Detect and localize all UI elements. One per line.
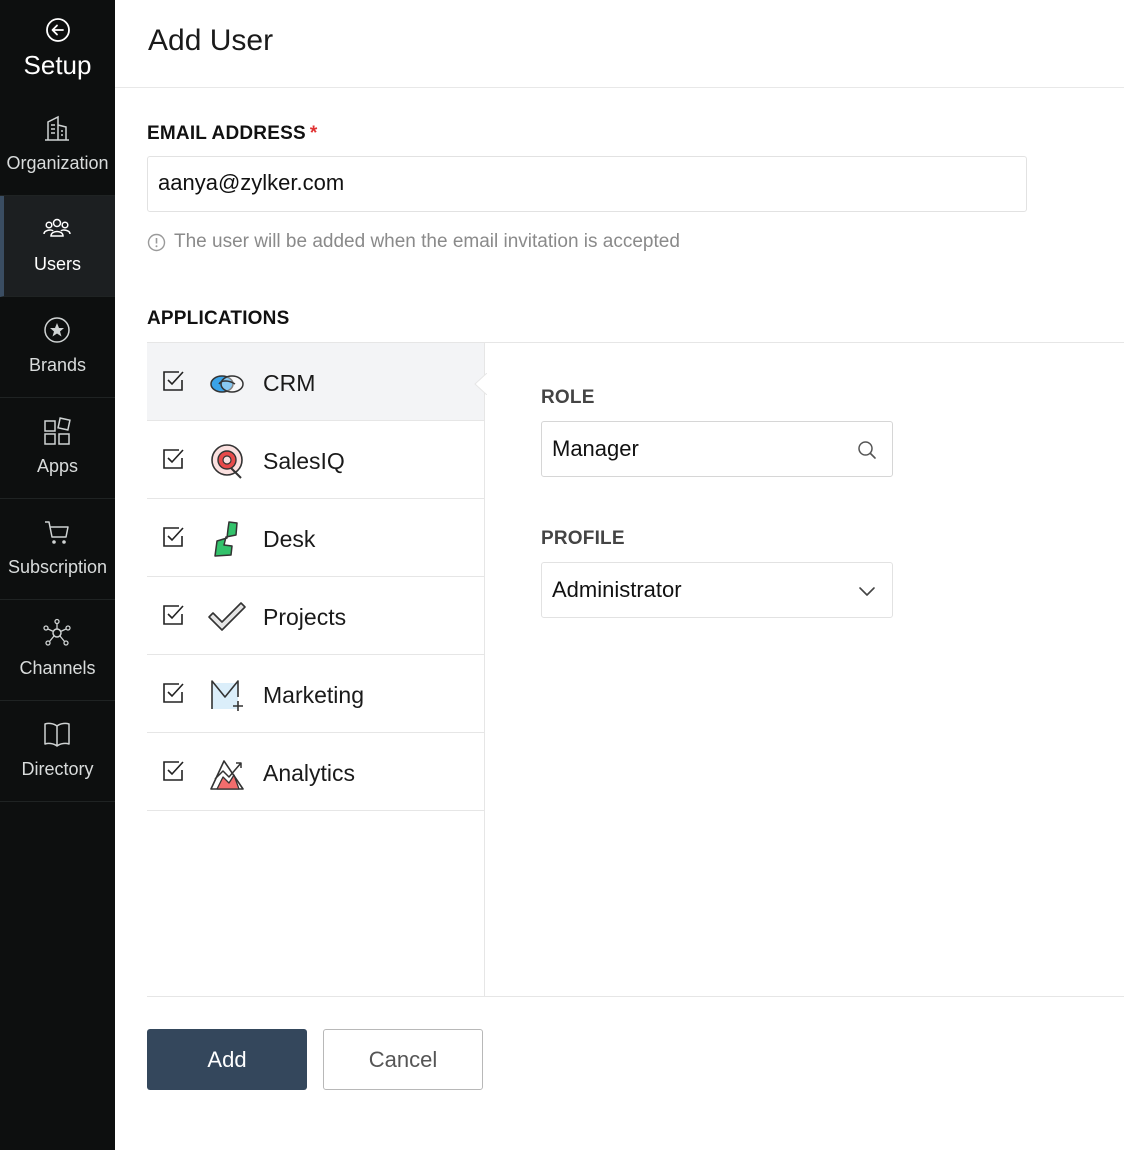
crm-logo-icon xyxy=(210,375,244,393)
app-row-analytics[interactable]: Analytics xyxy=(147,733,484,811)
required-mark: * xyxy=(309,123,318,144)
app-name: CRM xyxy=(263,370,316,396)
sidebar-item-label: Apps xyxy=(36,456,79,476)
checkbox-checked-icon[interactable] xyxy=(161,681,185,705)
sidebar-item-label: Channels xyxy=(19,658,96,678)
app-name: SalesIQ xyxy=(263,448,345,474)
app-row-marketing[interactable]: Marketing xyxy=(147,655,484,733)
sidebar: Setup Organization Users Brands Apps Sub… xyxy=(0,0,115,1150)
hint-text: The user will be added when the email in… xyxy=(174,231,680,252)
cart-icon xyxy=(45,521,69,544)
checkbox-checked-icon[interactable] xyxy=(161,759,185,783)
cancel-button[interactable]: Cancel xyxy=(323,1029,483,1090)
applications-panel: CRM SalesIQ Desk Projects Marketing Anal… xyxy=(147,342,1124,997)
checkbox-checked-icon[interactable] xyxy=(161,369,185,393)
setup-label: Setup xyxy=(23,50,92,80)
star-badge-icon xyxy=(44,317,70,343)
sidebar-item-users[interactable]: Users xyxy=(0,196,115,297)
users-icon xyxy=(43,218,71,237)
profile-dropdown[interactable]: Administrator xyxy=(541,562,893,618)
chevron-down-icon[interactable] xyxy=(856,580,878,602)
apps-grid-icon xyxy=(44,417,71,445)
search-icon[interactable] xyxy=(856,439,878,461)
salesiq-logo-icon xyxy=(211,444,243,479)
setup-back[interactable]: Setup xyxy=(0,0,115,95)
sidebar-item-channels[interactable]: Channels xyxy=(0,600,115,701)
sidebar-item-organization[interactable]: Organization xyxy=(0,95,115,196)
main-content: Add User EMAIL ADDRESS* The user will be… xyxy=(115,0,1124,1150)
app-row-crm[interactable]: CRM xyxy=(147,343,487,421)
role-value: Manager xyxy=(552,436,639,461)
role-field[interactable]: Manager xyxy=(541,421,893,477)
page-header: Add User xyxy=(115,0,1124,88)
role-label: ROLE xyxy=(541,387,595,408)
page-title: Add User xyxy=(148,24,274,57)
email-field[interactable] xyxy=(147,156,1027,212)
book-icon xyxy=(44,722,70,747)
application-list: CRM SalesIQ Desk Projects Marketing Anal… xyxy=(147,343,487,997)
sidebar-item-label: Brands xyxy=(28,355,87,375)
profile-value: Administrator xyxy=(552,577,682,602)
email-hint: The user will be added when the email in… xyxy=(147,231,680,253)
app-name: Projects xyxy=(263,604,347,630)
app-settings-panel: ROLE Manager PROFILE Administrator xyxy=(485,343,1124,997)
app-name: Marketing xyxy=(263,682,364,708)
applications-label: APPLICATIONS xyxy=(147,308,290,329)
app-name: Desk xyxy=(263,526,316,552)
sidebar-item-label: Directory xyxy=(21,759,94,779)
email-label-text: EMAIL ADDRESS xyxy=(147,123,306,144)
app-name: Analytics xyxy=(263,760,356,786)
projects-logo-icon xyxy=(208,602,246,631)
network-icon xyxy=(43,618,71,646)
info-icon xyxy=(147,233,166,251)
sidebar-item-label: Users xyxy=(33,254,81,274)
checkbox-checked-icon[interactable] xyxy=(161,525,185,549)
sidebar-item-brands[interactable]: Brands xyxy=(0,297,115,398)
marketing-logo-icon xyxy=(211,680,243,711)
checkbox-checked-icon[interactable] xyxy=(161,447,185,471)
email-label: EMAIL ADDRESS * xyxy=(147,123,317,145)
sidebar-item-subscription[interactable]: Subscription xyxy=(0,499,115,600)
building-icon xyxy=(45,115,69,141)
app-row-projects[interactable]: Projects xyxy=(147,577,484,655)
app-row-salesiq[interactable]: SalesIQ xyxy=(147,421,484,499)
add-button[interactable]: Add xyxy=(147,1029,307,1090)
sidebar-item-label: Subscription xyxy=(7,557,108,577)
sidebar-item-apps[interactable]: Apps xyxy=(0,398,115,499)
sidebar-item-label: Organization xyxy=(6,153,109,173)
app-row-desk[interactable]: Desk xyxy=(147,499,484,577)
sidebar-item-directory[interactable]: Directory xyxy=(0,701,115,802)
checkbox-checked-icon[interactable] xyxy=(161,603,185,627)
desk-logo-icon xyxy=(214,521,238,557)
back-arrow-icon[interactable] xyxy=(45,17,71,43)
analytics-logo-icon xyxy=(210,760,244,790)
profile-label: PROFILE xyxy=(541,528,625,549)
email-input[interactable] xyxy=(158,170,1018,196)
